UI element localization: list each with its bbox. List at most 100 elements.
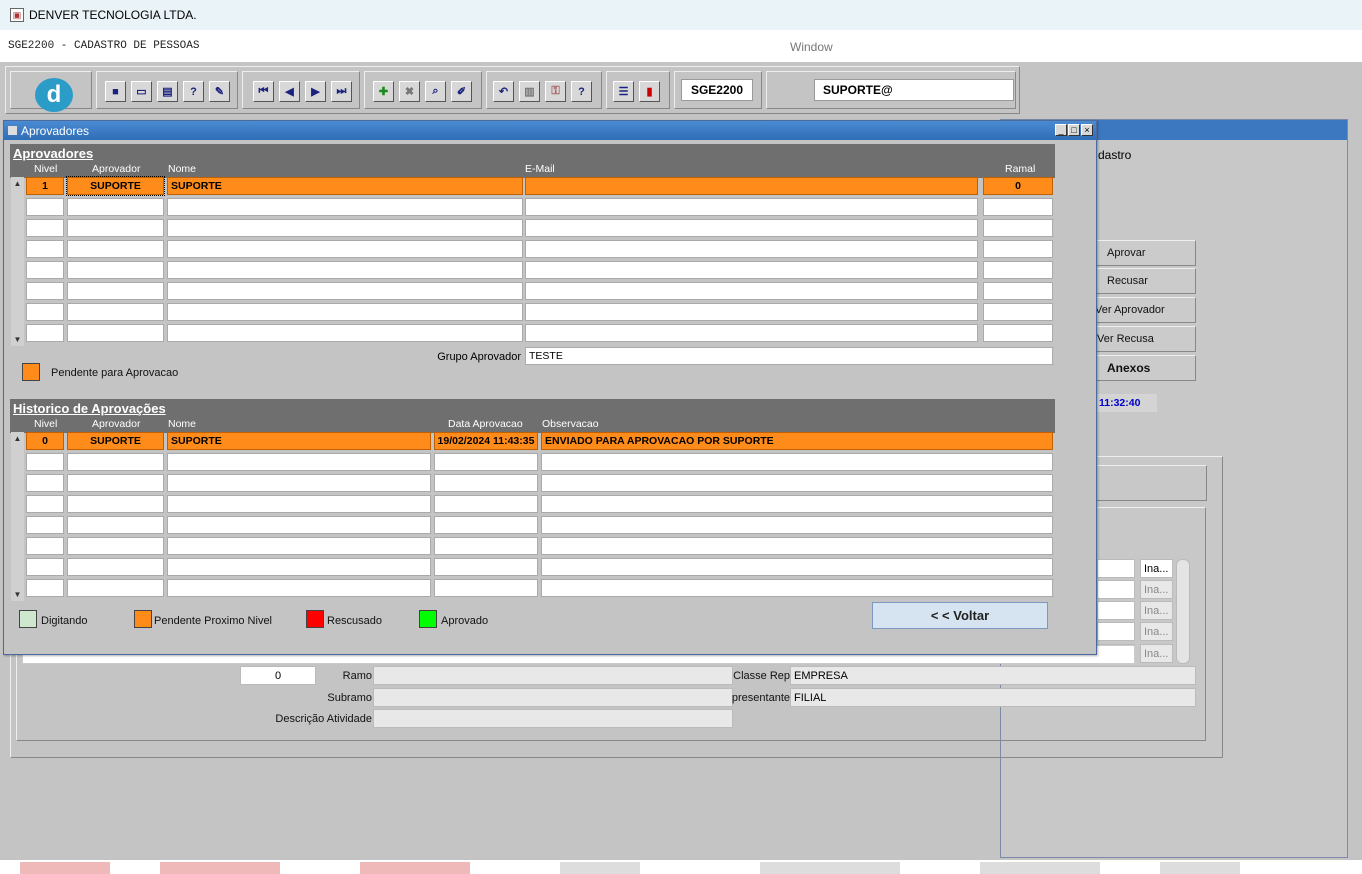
historico-nome-cell[interactable] [167, 516, 431, 534]
background-field[interactable] [1097, 559, 1135, 578]
historico-observacao-cell[interactable] [541, 516, 1053, 534]
edit-icon[interactable]: ✐ [451, 81, 472, 102]
background-field[interactable] [1097, 580, 1135, 599]
aprovar-button[interactable]: Aprovar [1090, 240, 1196, 266]
aprovadores-email-cell[interactable] [525, 240, 978, 258]
aprovadores-email-cell[interactable] [525, 303, 978, 321]
historico-aprovador-cell[interactable] [67, 474, 164, 492]
aprovadores-nome-cell[interactable] [167, 240, 523, 258]
scroll-down-icon[interactable]: ▼ [11, 333, 24, 346]
aprovadores-aprovador-cell[interactable] [67, 282, 164, 300]
anexos-button[interactable]: Anexos [1090, 355, 1196, 381]
scroll-up-icon[interactable]: ▲ [11, 177, 24, 190]
aprovadores-ramal-cell[interactable] [983, 219, 1053, 237]
subramo-field[interactable] [373, 688, 733, 707]
historico-nome-cell[interactable] [167, 558, 431, 576]
aprovadores-nivel-cell[interactable] [26, 240, 64, 258]
historico-observacao-cell[interactable] [541, 474, 1053, 492]
ina-field[interactable]: Ina... [1140, 644, 1173, 663]
aprovadores-nivel-cell[interactable] [26, 261, 64, 279]
aprovadores-nome-cell[interactable] [167, 261, 523, 279]
aprovadores-nivel-cell[interactable] [26, 324, 64, 342]
ina-field[interactable]: Ina... [1140, 601, 1173, 620]
aprovadores-aprovador-cell[interactable] [67, 240, 164, 258]
descricao-atividade-field[interactable] [373, 709, 733, 728]
aprovadores-ramal-cell[interactable] [983, 324, 1053, 342]
menu-icon[interactable]: ☰ [613, 81, 634, 102]
historico-scrollbar[interactable]: ▲ ▼ [11, 432, 24, 601]
ramo-field[interactable] [373, 666, 733, 685]
historico-data-cell[interactable] [434, 579, 538, 597]
historico-observacao-cell[interactable] [541, 495, 1053, 513]
background-scrollbar[interactable] [1176, 559, 1190, 664]
historico-observacao-cell[interactable] [541, 579, 1053, 597]
key-icon[interactable]: ⚿ [545, 81, 566, 102]
aprovadores-email-cell[interactable] [525, 177, 978, 195]
aprovadores-nome-cell[interactable] [167, 198, 523, 216]
window-icon[interactable]: ▭ [131, 81, 152, 102]
aprovadores-aprovador-cell[interactable] [67, 198, 164, 216]
historico-aprovador-cell[interactable] [67, 579, 164, 597]
menu-window[interactable]: Window [790, 40, 833, 54]
aprovadores-ramal-cell[interactable] [983, 282, 1053, 300]
historico-observacao-cell[interactable] [541, 453, 1053, 471]
recusar-button[interactable]: Recusar [1090, 268, 1196, 294]
historico-data-cell[interactable] [434, 495, 538, 513]
aprovadores-nivel-cell[interactable] [26, 282, 64, 300]
aprovadores-nivel-cell[interactable] [26, 198, 64, 216]
aprovadores-ramal-cell[interactable] [983, 303, 1053, 321]
historico-nome-cell[interactable]: SUPORTE [167, 432, 431, 450]
aprovadores-ramal-cell[interactable] [983, 198, 1053, 216]
minimize-icon[interactable]: _ [1055, 124, 1067, 136]
insert-record-icon[interactable]: ✚ [373, 81, 394, 102]
ver-recusa-button[interactable]: Ver Recusa [1090, 326, 1196, 352]
aprovadores-nome-cell[interactable]: SUPORTE [167, 177, 523, 195]
historico-observacao-cell[interactable] [541, 537, 1053, 555]
historico-data-cell[interactable] [434, 453, 538, 471]
query-icon[interactable]: ? [183, 81, 204, 102]
historico-nivel-cell[interactable] [26, 495, 64, 513]
scroll-up-icon[interactable]: ▲ [11, 432, 24, 445]
aprovadores-nome-cell[interactable] [167, 219, 523, 237]
voltar-button[interactable]: < < Voltar [872, 602, 1048, 629]
aprovadores-ramal-cell[interactable] [983, 261, 1053, 279]
aprovadores-email-cell[interactable] [525, 282, 978, 300]
historico-nivel-cell[interactable]: 0 [26, 432, 64, 450]
historico-nome-cell[interactable] [167, 474, 431, 492]
print-icon[interactable]: ▤ [157, 81, 178, 102]
scroll-down-icon[interactable]: ▼ [11, 588, 24, 601]
aprovadores-ramal-cell[interactable] [983, 240, 1053, 258]
undo-icon[interactable]: ↶ [493, 81, 514, 102]
maximize-icon[interactable]: □ [1068, 124, 1080, 136]
last-record-icon[interactable]: ⏭ [331, 81, 352, 102]
wizard-icon[interactable]: ✎ [209, 81, 230, 102]
first-record-icon[interactable]: ⏮ [253, 81, 274, 102]
historico-observacao-cell[interactable]: ENVIADO PARA APROVACAO POR SUPORTE [541, 432, 1053, 450]
aprovadores-email-cell[interactable] [525, 324, 978, 342]
historico-aprovador-cell[interactable] [67, 516, 164, 534]
historico-nivel-cell[interactable] [26, 537, 64, 555]
historico-aprovador-cell[interactable]: SUPORTE [67, 432, 164, 450]
aprovadores-nome-cell[interactable] [167, 324, 523, 342]
aprovadores-email-cell[interactable] [525, 219, 978, 237]
historico-nome-cell[interactable] [167, 579, 431, 597]
aprovadores-nivel-cell[interactable] [26, 219, 64, 237]
grupo-aprovador-field[interactable]: TESTE [525, 347, 1053, 365]
aprovadores-nome-cell[interactable] [167, 282, 523, 300]
historico-nome-cell[interactable] [167, 453, 431, 471]
ina-field[interactable]: Ina... [1140, 580, 1173, 599]
ver-aprovador-button[interactable]: Ver Aprovador [1090, 297, 1196, 323]
historico-data-cell[interactable] [434, 516, 538, 534]
historico-nivel-cell[interactable] [26, 453, 64, 471]
historico-nome-cell[interactable] [167, 537, 431, 555]
save-icon[interactable]: ■ [105, 81, 126, 102]
historico-observacao-cell[interactable] [541, 558, 1053, 576]
historico-data-cell[interactable] [434, 537, 538, 555]
aprovadores-ramal-cell[interactable]: 0 [983, 177, 1053, 195]
aprovadores-email-cell[interactable] [525, 261, 978, 279]
prev-record-icon[interactable]: ◀ [279, 81, 300, 102]
historico-nivel-cell[interactable] [26, 474, 64, 492]
historico-nome-cell[interactable] [167, 495, 431, 513]
background-field[interactable] [1097, 622, 1135, 641]
historico-nivel-cell[interactable] [26, 558, 64, 576]
